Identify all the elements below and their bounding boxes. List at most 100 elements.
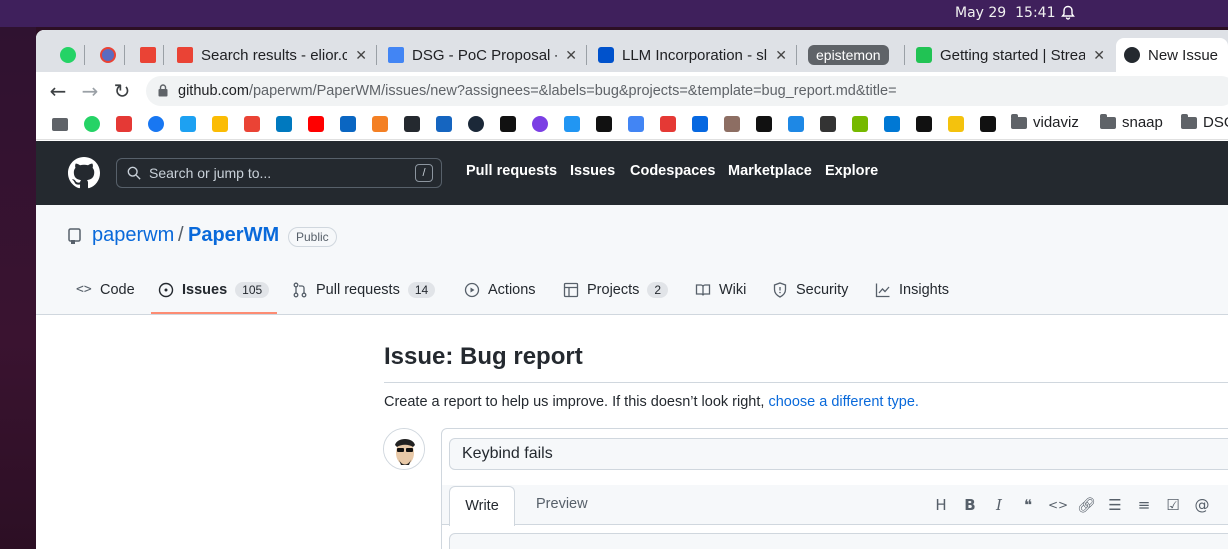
info-icon[interactable] [980, 116, 996, 132]
tab-whatsapp[interactable] [52, 38, 78, 72]
google-icon[interactable] [628, 116, 644, 132]
nav-explore[interactable]: Explore [825, 163, 878, 179]
repo-name-link[interactable]: PaperWM [188, 224, 279, 247]
meta-icon[interactable] [692, 116, 708, 132]
close-icon[interactable]: ✕ [565, 47, 577, 64]
vice-icon[interactable] [756, 116, 772, 132]
code-icon[interactable]: <> [1048, 496, 1068, 514]
mention-icon[interactable]: @ [1193, 496, 1211, 514]
tab-group-epistemon[interactable]: epistemon [800, 38, 900, 72]
twitter-icon[interactable] [180, 116, 196, 132]
confluence-icon [598, 47, 614, 63]
tab-dsg-proposal[interactable]: DSG - PoC Proposal - I ✕ [380, 38, 585, 72]
bookmark-folder-dsg[interactable]: DSG [1181, 113, 1228, 131]
tab-security[interactable]: Security [772, 282, 848, 298]
nav-codespaces[interactable]: Codespaces [630, 163, 715, 179]
tab-gmail-badge[interactable] [92, 38, 118, 72]
reload-icon[interactable]: ↻ [110, 79, 134, 103]
github-icon[interactable] [404, 116, 420, 132]
bold-icon[interactable]: B [961, 496, 979, 514]
unordered-list-icon[interactable]: ☰ [1106, 496, 1124, 514]
red-diamond-icon[interactable] [116, 116, 132, 132]
avatar[interactable] [383, 428, 425, 470]
choose-different-type-link[interactable]: choose a different type. [768, 394, 918, 410]
notification-bell-icon[interactable] [1060, 5, 1076, 21]
system-clock[interactable]: May 29 15:41 [955, 5, 1055, 21]
back-arrow-icon[interactable]: ← [46, 79, 70, 103]
tab-actions[interactable]: Actions [464, 282, 536, 298]
squarespace-icon[interactable] [596, 116, 612, 132]
tab-streamlit[interactable]: Getting started | Strea ✕ [908, 38, 1113, 72]
notion-icon[interactable] [500, 116, 516, 132]
photo-icon[interactable] [724, 116, 740, 132]
page-title: Issue: Bug report [384, 343, 583, 370]
tab-projects[interactable]: Projects 2 [563, 282, 669, 298]
klarna-icon[interactable] [436, 116, 452, 132]
tab-llm-incorporation[interactable]: LLM Incorporation - sl ✕ [590, 38, 795, 72]
tab-code[interactable]: <> Code [76, 282, 135, 298]
azure-icon[interactable] [884, 116, 900, 132]
lock-icon[interactable] [158, 84, 168, 97]
tab-gmail[interactable] [132, 38, 158, 72]
youtube-icon[interactable] [308, 116, 324, 132]
github-search-input[interactable]: Search or jump to... / [116, 158, 442, 188]
tab-search-results[interactable]: Search results - elior.c ✕ [169, 38, 375, 72]
linkedin-icon[interactable] [340, 116, 356, 132]
repo-owner-link[interactable]: paperwm [92, 224, 174, 247]
openai-icon[interactable] [916, 116, 932, 132]
trello-icon[interactable] [276, 116, 292, 132]
tab-separator [124, 45, 125, 65]
nav-issues[interactable]: Issues [570, 163, 615, 179]
github-logo-icon[interactable] [68, 157, 100, 189]
quote-icon[interactable]: ❝ [1019, 496, 1037, 514]
close-icon[interactable]: ✕ [355, 47, 367, 64]
tab-pull-requests[interactable]: Pull requests 14 [292, 282, 436, 298]
bookmark-folder-snaap[interactable]: snaap [1100, 113, 1163, 131]
webflow-icon[interactable] [564, 116, 580, 132]
ai2-icon[interactable] [788, 116, 804, 132]
tab-new-issue[interactable]: New Issue - [1116, 38, 1228, 72]
write-tab[interactable]: Write [449, 486, 515, 526]
ordered-list-icon[interactable]: ≡ [1135, 496, 1153, 514]
chart-icon[interactable] [660, 116, 676, 132]
onion-icon[interactable] [532, 116, 548, 132]
nav-marketplace[interactable]: Marketplace [728, 163, 812, 179]
italic-icon[interactable]: I [990, 496, 1008, 514]
python-icon[interactable] [948, 116, 964, 132]
facebook-icon[interactable] [148, 116, 164, 132]
google-drive-icon[interactable] [212, 116, 228, 132]
steam-icon[interactable] [468, 116, 484, 132]
divider [384, 382, 1228, 383]
issue-body-textarea[interactable] [449, 533, 1228, 549]
bookmark-folder-vidaviz[interactable]: vidaviz [1011, 113, 1079, 131]
whatsapp-icon[interactable] [84, 116, 100, 132]
clock-date: May 29 [955, 5, 1007, 21]
heading-icon[interactable]: H [932, 496, 950, 514]
tab-separator [796, 45, 797, 65]
preview-tab[interactable]: Preview [536, 496, 588, 512]
tab-label: Code [100, 282, 135, 298]
tab-wiki[interactable]: Wiki [695, 282, 746, 298]
stackoverflow-icon[interactable] [372, 116, 388, 132]
issue-template-description: Create a report to help us improve. If t… [384, 394, 919, 410]
streamlit-icon [916, 47, 932, 63]
tab-insights[interactable]: Insights [875, 282, 949, 298]
nvidia-icon[interactable] [852, 116, 868, 132]
nav-pull-requests[interactable]: Pull requests [466, 163, 557, 179]
tab-title: LLM Incorporation - sl [622, 46, 768, 64]
close-icon[interactable]: ✕ [1093, 47, 1105, 64]
link-icon[interactable]: 🔗︎ [1077, 496, 1096, 514]
forward-arrow-icon[interactable]: → [78, 79, 102, 103]
folder-icon[interactable] [52, 118, 68, 131]
close-icon[interactable]: ✕ [775, 47, 787, 64]
cat-icon[interactable] [820, 116, 836, 132]
address-bar[interactable]: github.com/paperwm/PaperWM/issues/new?as… [146, 76, 1228, 106]
tab-separator [586, 45, 587, 65]
bookmark-folder-label: snaap [1122, 114, 1163, 131]
tab-issues[interactable]: Issues 105 [158, 282, 270, 298]
browser-window: Search results - elior.c ✕ DSG - PoC Prop… [36, 30, 1228, 549]
tasklist-icon[interactable]: ☑ [1164, 496, 1182, 514]
gmail-icon[interactable] [244, 116, 260, 132]
issue-title-input[interactable] [449, 438, 1228, 470]
system-top-bar: May 29 15:41 [0, 0, 1228, 27]
